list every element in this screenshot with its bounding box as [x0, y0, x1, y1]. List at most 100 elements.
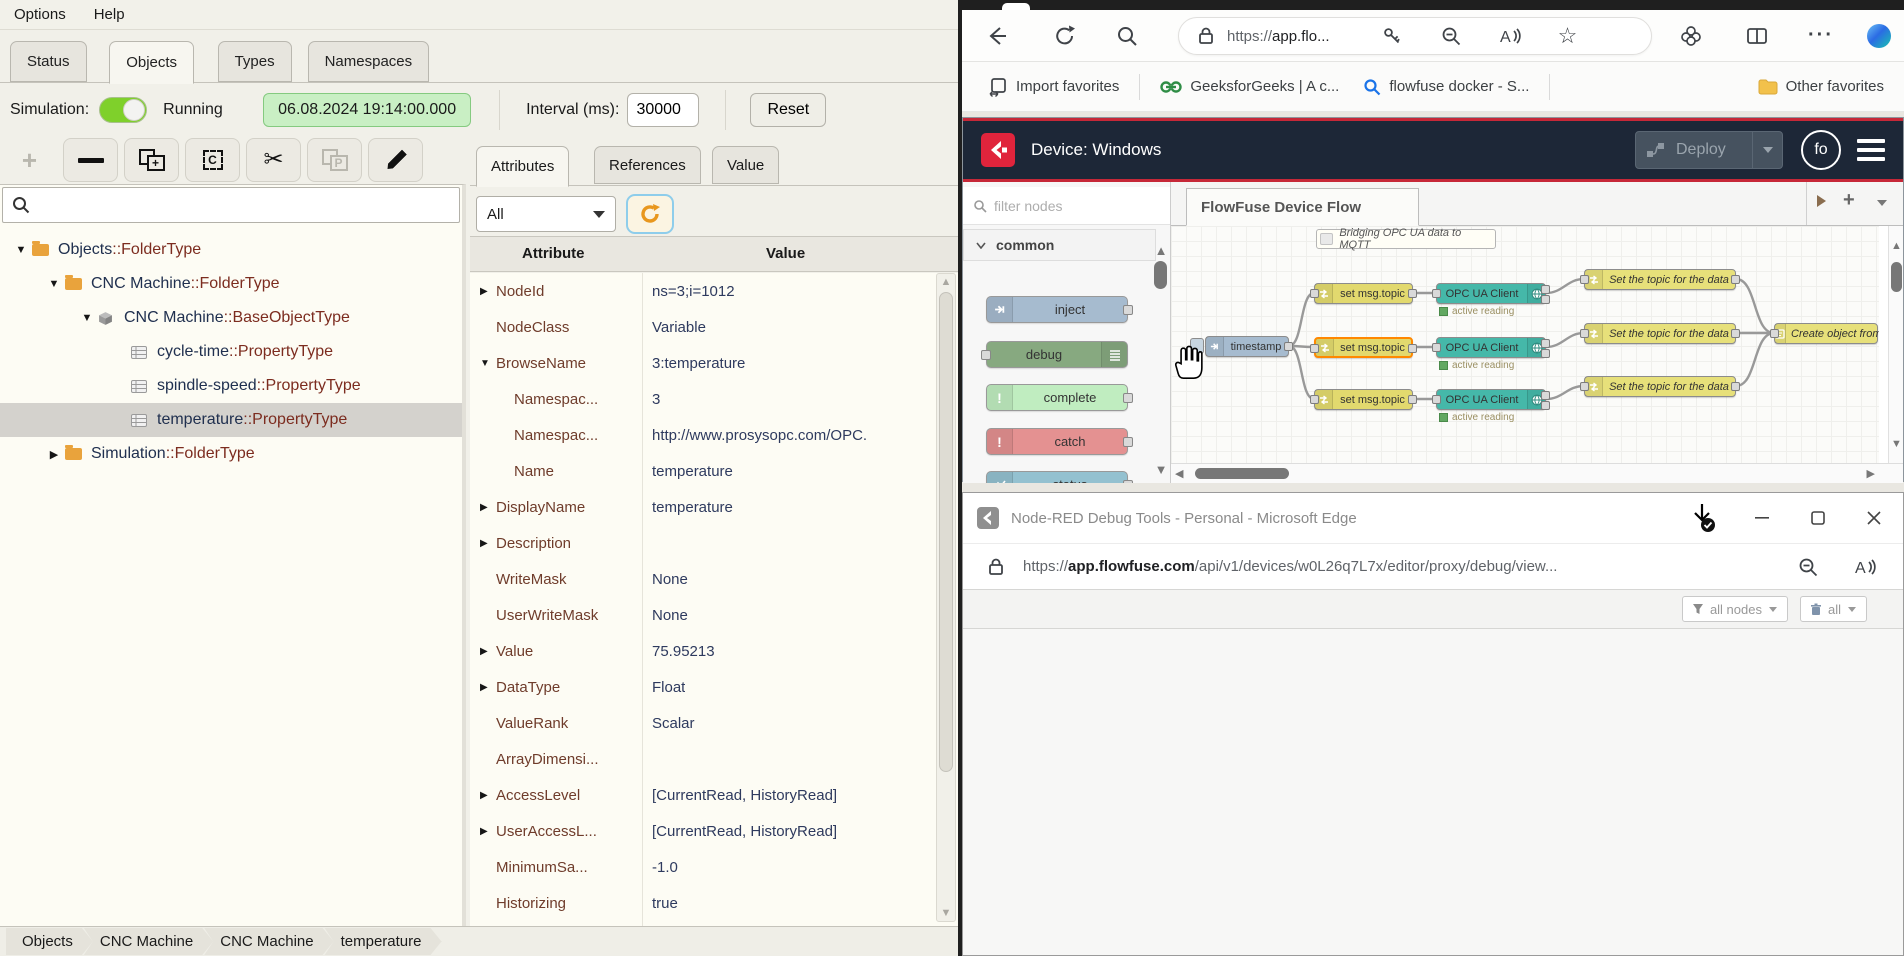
read-aloud-icon[interactable]: A — [1853, 556, 1877, 578]
deploy-button[interactable]: Deploy — [1635, 131, 1783, 169]
favorite-geeksforgeeks-a-c[interactable]: GeeksforGeeks | A c... — [1148, 70, 1351, 104]
address-bar[interactable]: https://app.flo... A ☆ — [1178, 17, 1652, 55]
input-port[interactable] — [1432, 289, 1441, 298]
output-port[interactable] — [1731, 382, 1740, 391]
tab-references[interactable]: References — [594, 146, 701, 184]
output-port[interactable] — [1731, 329, 1740, 338]
tree-item-spindle-speed-propertytype[interactable]: spindle-speed::PropertyType — [0, 369, 462, 403]
download-complete-icon[interactable] — [1687, 501, 1717, 535]
row-expander-icon[interactable]: ▶ — [480, 538, 494, 549]
row-expander-icon[interactable]: ▶ — [480, 286, 494, 297]
attribute-row-userwritemask[interactable]: UserWriteMaskNone — [470, 597, 958, 633]
attribute-row-namespac[interactable]: Namespac...3 — [470, 381, 958, 417]
attribute-row-namespac[interactable]: Namespac...http://www.prosysopc.com/OPC. — [470, 417, 958, 453]
input-port[interactable] — [1310, 344, 1319, 353]
deploy-options-button[interactable] — [1752, 132, 1782, 168]
change-node-set-msg-topic-3[interactable]: set msg.topic — [1314, 389, 1413, 410]
tree-item-objects-foldertype[interactable]: ▼Objects::FolderType — [0, 233, 462, 267]
read-aloud-icon[interactable]: A — [1498, 25, 1522, 47]
flow-list-button[interactable] — [1876, 194, 1888, 211]
breadcrumb-cnc-machine[interactable]: CNC Machine — [84, 928, 213, 955]
palette-filter-input[interactable]: filter nodes — [963, 187, 1170, 225]
attribute-filter-select[interactable]: All — [476, 196, 616, 232]
attribute-row-historizing[interactable]: Historizingtrue — [470, 885, 958, 921]
tree-expander-icon[interactable]: ▼ — [43, 278, 65, 290]
breadcrumb-temperature[interactable]: temperature — [325, 928, 442, 955]
input-port[interactable] — [1310, 395, 1319, 404]
output-port-2[interactable] — [1541, 295, 1550, 304]
tree-item-cycle-time-propertytype[interactable]: cycle-time::PropertyType — [0, 335, 462, 369]
input-port[interactable] — [1770, 329, 1779, 338]
attribute-row-browsename[interactable]: ▼BrowseName3:temperature — [470, 345, 958, 381]
input-port[interactable] — [1580, 329, 1589, 338]
attribute-row-value[interactable]: ▶Value75.95213 — [470, 633, 958, 669]
attribute-row-minimumsa[interactable]: MinimumSa...-1.0 — [470, 849, 958, 885]
scrollbar-thumb[interactable] — [1891, 262, 1902, 292]
input-port[interactable] — [1580, 275, 1589, 284]
add-flow-button[interactable]: + — [1843, 189, 1855, 212]
favorite-other-favorites[interactable]: Other favorites — [1746, 70, 1896, 104]
edit-button[interactable] — [368, 138, 423, 182]
tree-item-cnc-machine-baseobjecttype[interactable]: ▼CNC Machine::BaseObjectType — [0, 301, 462, 335]
palette-node-debug[interactable]: debug — [986, 341, 1128, 368]
tree-search-input[interactable] — [2, 187, 460, 223]
output-port[interactable] — [1408, 344, 1417, 353]
main-menu-button[interactable] — [1857, 139, 1885, 161]
palette-scroll-up-icon[interactable]: ▲ — [1151, 243, 1171, 258]
inject-node-timestamp[interactable]: timestamp — [1205, 336, 1289, 357]
copy-button[interactable]: C — [185, 138, 240, 182]
palette-node-complete[interactable]: !complete — [986, 384, 1128, 411]
scroll-up-icon[interactable]: ▲ — [1890, 240, 1903, 252]
change-node-set-the-topic-2[interactable]: Set the topic for the data — [1584, 323, 1736, 344]
row-expander-icon[interactable]: ▶ — [480, 502, 494, 513]
debug-filter-button[interactable]: all nodes — [1682, 596, 1788, 622]
tree-expander-icon[interactable]: ▶ — [43, 448, 65, 461]
scroll-down-icon[interactable]: ▼ — [1890, 438, 1903, 450]
debug-window-urlbar[interactable]: https://app.flowfuse.com/api/v1/devices/… — [963, 543, 1903, 589]
tab-value[interactable]: Value — [712, 146, 779, 184]
scroll-up-icon[interactable]: ▲ — [937, 276, 955, 288]
attribute-row-valuerank[interactable]: ValueRankScalar — [470, 705, 958, 741]
flow-menu-button[interactable] — [1815, 194, 1827, 212]
tab-objects[interactable]: Objects — [109, 41, 194, 84]
scrollbar-thumb[interactable] — [1195, 468, 1289, 479]
flow-canvas[interactable]: Bridging OPC UA data to MQTT timestamp s… — [1171, 226, 1879, 463]
output-port[interactable] — [1731, 275, 1740, 284]
row-expander-icon[interactable]: ▶ — [480, 826, 494, 837]
attribute-row-nodeid[interactable]: ▶NodeIdns=3;i=1012 — [470, 273, 958, 309]
copilot-button[interactable] — [1862, 19, 1896, 53]
back-button[interactable] — [980, 19, 1014, 53]
change-node-set-msg-topic-1[interactable]: set msg.topic — [1314, 283, 1413, 304]
output-port[interactable] — [1408, 395, 1417, 404]
tab-attributes[interactable]: Attributes — [476, 146, 569, 187]
canvas-vertical-scrollbar[interactable]: ▲ ▼ — [1888, 226, 1903, 463]
output-port-1[interactable] — [1541, 339, 1550, 348]
scroll-down-icon[interactable]: ▼ — [937, 907, 955, 919]
attribute-row-arraydimensi[interactable]: ArrayDimensi... — [470, 741, 958, 777]
tab-types[interactable]: Types — [218, 41, 292, 82]
debug-clear-button[interactable]: all — [1800, 596, 1867, 622]
remove-button[interactable] — [63, 138, 118, 182]
scrollbar-thumb[interactable] — [939, 292, 953, 772]
flow-tab-active[interactable]: FlowFuse Device Flow — [1186, 188, 1419, 226]
change-node-set-msg-topic-2[interactable]: set msg.topic — [1314, 337, 1413, 358]
palette-node-inject[interactable]: inject — [986, 296, 1128, 323]
output-port-1[interactable] — [1541, 285, 1550, 294]
cut-button[interactable]: ✂ — [246, 138, 301, 182]
scroll-left-icon[interactable]: ◀ — [1175, 467, 1183, 480]
tree-expander-icon[interactable]: ▼ — [10, 244, 32, 256]
split-screen-button[interactable] — [1740, 19, 1774, 53]
key-icon[interactable] — [1382, 26, 1402, 46]
browser-essentials-button[interactable] — [1674, 19, 1708, 53]
attribute-row-useraccessl[interactable]: ▶UserAccessL...[CurrentRead, HistoryRead… — [470, 813, 958, 849]
tree-item-cnc-machine-foldertype[interactable]: ▼CNC Machine::FolderType — [0, 267, 462, 301]
minimize-button[interactable] — [1739, 498, 1785, 538]
input-port[interactable] — [1432, 395, 1441, 404]
change-node-set-the-topic-3[interactable]: Set the topic for the data — [1584, 376, 1736, 397]
palette-node-catch[interactable]: !catch — [986, 428, 1128, 455]
output-port-1[interactable] — [1541, 391, 1550, 400]
canvas-horizontal-scrollbar[interactable]: ◀ ▶ — [1171, 463, 1903, 483]
tab-namespaces[interactable]: Namespaces — [308, 41, 430, 82]
tab-status[interactable]: Status — [10, 41, 87, 82]
user-avatar[interactable]: fo — [1801, 130, 1841, 170]
